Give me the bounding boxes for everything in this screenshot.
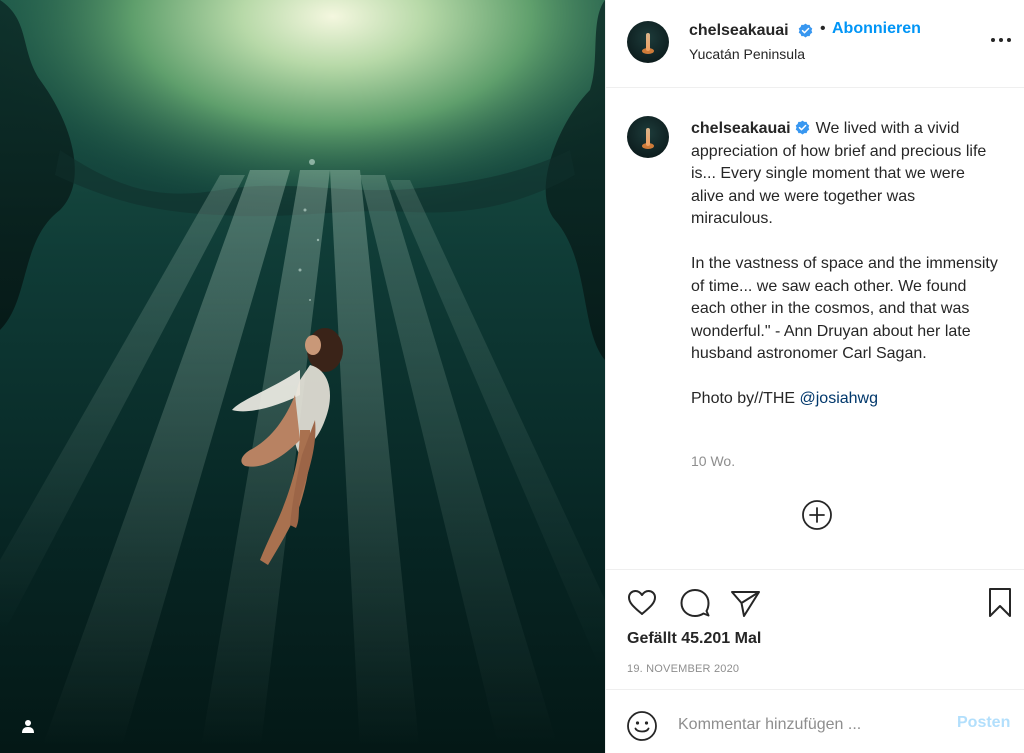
mention-link[interactable]: @josiahwg [800,390,879,407]
separator-dot: • [820,20,826,37]
avatar[interactable] [627,21,669,63]
like-count[interactable]: Gefällt 45.201 Mal [627,630,761,648]
comment-input[interactable] [678,712,938,738]
post-sidebar: chelseakauai • Abonnieren Yucatán Penins… [605,0,1024,753]
comment-bar: Posten [606,689,1024,753]
post-comment-button[interactable]: Posten [957,714,1010,732]
caption-avatar[interactable] [627,116,669,158]
post-actions: Gefällt 45.201 Mal 19. NOVEMBER 2020 [606,569,1024,689]
underwater-photo [0,0,605,753]
author-username[interactable]: chelseakauai [689,22,789,40]
instagram-post: chelseakauai • Abonnieren Yucatán Penins… [0,0,1024,753]
verified-badge-icon [795,120,809,135]
post-time-ago[interactable]: 10 Wo. [691,453,735,469]
plus-circle-icon[interactable] [801,499,833,531]
user-tag-icon[interactable] [14,712,42,740]
caption-section: chelseakauai We lived with a vivid appre… [606,89,1024,569]
paper-plane-icon[interactable] [728,586,762,620]
caption-text: chelseakauai We lived with a vivid appre… [691,118,1001,411]
verified-badge-icon [798,23,813,38]
caption-username[interactable]: chelseakauai [691,120,791,137]
bookmark-icon[interactable] [983,586,1017,620]
emoji-icon[interactable] [626,710,658,742]
post-date: 19. NOVEMBER 2020 [627,663,740,675]
follow-button[interactable]: Abonnieren [832,20,921,38]
post-location[interactable]: Yucatán Peninsula [689,46,805,62]
post-photo[interactable] [0,0,605,753]
post-header: chelseakauai • Abonnieren Yucatán Penins… [606,0,1024,88]
heart-icon[interactable] [625,586,659,620]
caption-paragraph: In the vastness of space and the immensi… [691,255,998,362]
comment-bubble-icon[interactable] [678,586,712,620]
photo-credit: Photo by//THE [691,390,800,407]
more-options-icon[interactable] [990,34,1012,46]
